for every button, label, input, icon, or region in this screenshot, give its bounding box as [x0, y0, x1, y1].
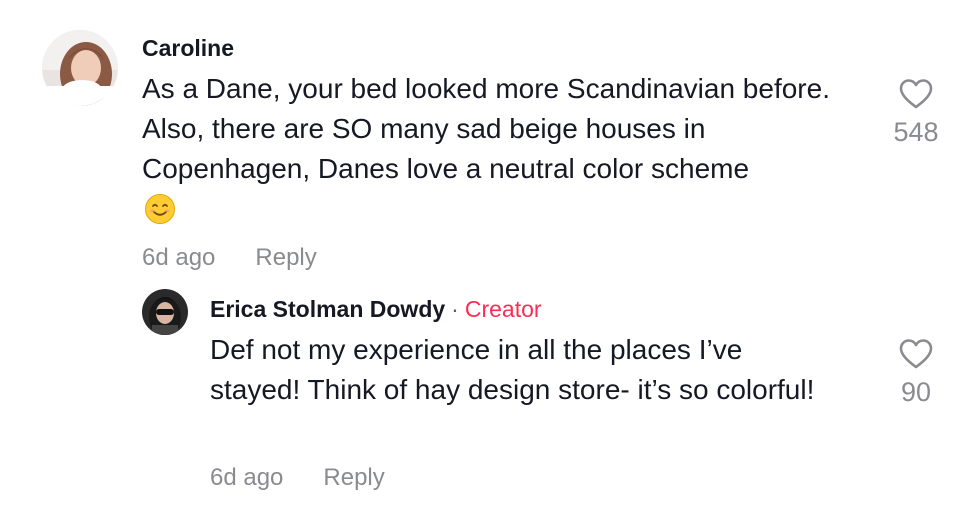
heart-icon [899, 339, 933, 369]
author-separator: · [451, 296, 459, 322]
smiling-face-emoji-icon [144, 193, 176, 225]
reply-meta: 6d ago Reply [210, 463, 385, 493]
comment-item: Caroline As a Dane, your bed looked more… [0, 0, 980, 290]
creator-badge: Creator [464, 296, 542, 322]
comment-text-block: As a Dane, your bed looked more Scandina… [142, 69, 872, 229]
reply-item: Erica Stolman Dowdy · Creator Def not my e… [0, 289, 980, 516]
comment-timestamp: 6d ago [142, 244, 216, 271]
comment-author[interactable]: Caroline [142, 34, 234, 62]
like-count: 90 [900, 377, 932, 407]
reply-text: Def not my experience in all the places … [210, 334, 815, 405]
reply-button[interactable]: Reply [255, 244, 316, 271]
reply-author-line: Erica Stolman Dowdy · Creator [210, 295, 542, 323]
avatar[interactable] [142, 289, 188, 335]
reply-author[interactable]: Erica Stolman Dowdy [210, 296, 445, 322]
like-button[interactable]: 90 [881, 338, 951, 408]
avatar[interactable] [42, 30, 118, 106]
heart-icon [899, 79, 933, 109]
like-count: 548 [893, 117, 939, 147]
like-button[interactable]: 548 [881, 78, 951, 148]
comment-meta: 6d ago Reply [142, 243, 317, 273]
reply-timestamp: 6d ago [210, 464, 284, 491]
reply-button[interactable]: Reply [323, 464, 384, 491]
comment-text: As a Dane, your bed looked more Scandina… [142, 73, 830, 184]
